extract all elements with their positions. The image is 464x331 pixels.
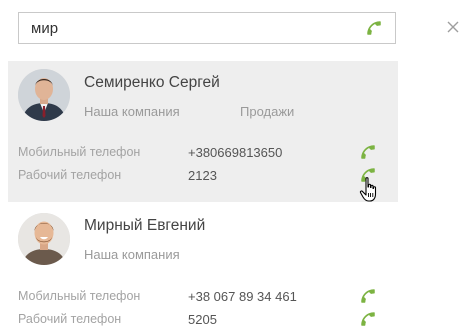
avatar (18, 213, 70, 265)
search-box (18, 12, 396, 44)
phone-icon[interactable] (359, 166, 377, 184)
phone-label: Рабочий телефон (18, 168, 122, 182)
contact-company: Наша компания (84, 247, 180, 262)
contact-name[interactable]: Мирный Евгений (84, 217, 205, 235)
contact-card[interactable]: Мирный Евгений Наша компания Мобильный т… (8, 205, 398, 328)
contact-department: Продажи (240, 104, 295, 119)
contact-name[interactable]: Семиренко Сергей (84, 74, 220, 92)
phone-row: Мобильный телефон +380669813650 (8, 142, 398, 164)
phone-row: Мобильный телефон +38 067 89 34 461 (8, 286, 398, 308)
phone-label: Рабочий телефон (18, 312, 122, 326)
phone-icon[interactable] (359, 287, 377, 305)
contact-company: Наша компания (84, 104, 180, 119)
phone-number: 2123 (188, 168, 217, 183)
phone-label: Мобильный телефон (18, 289, 141, 303)
phone-number: +380669813650 (188, 145, 283, 160)
close-icon[interactable] (446, 20, 460, 34)
avatar (18, 69, 70, 121)
phone-number: +38 067 89 34 461 (188, 289, 297, 304)
phone-row: Рабочий телефон 2123 (8, 165, 398, 187)
phone-label: Мобильный телефон (18, 145, 141, 159)
phone-icon[interactable] (365, 19, 383, 37)
phone-icon[interactable] (359, 143, 377, 161)
phone-number: 5205 (188, 312, 217, 327)
contact-card[interactable]: Семиренко Сергей Наша компания Продажи М… (8, 61, 398, 202)
search-input[interactable] (19, 13, 361, 43)
phone-icon[interactable] (359, 310, 377, 328)
